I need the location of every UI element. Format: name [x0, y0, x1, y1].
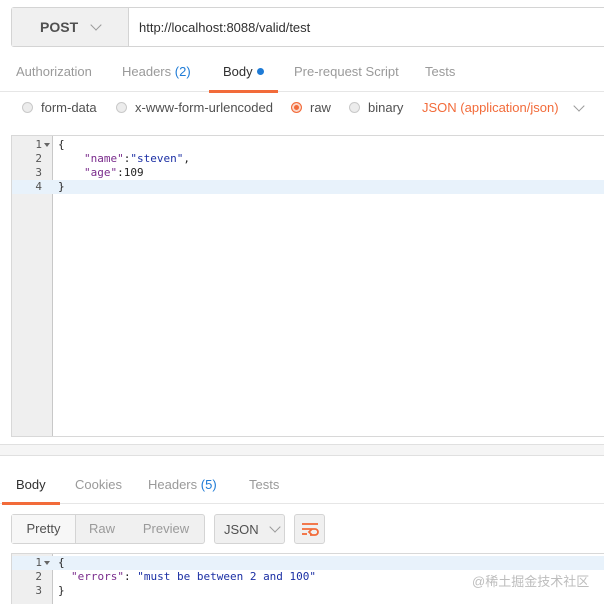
json-key: "errors" — [71, 570, 124, 583]
preview-button[interactable]: Preview — [128, 515, 204, 543]
line-number: 3 — [35, 166, 42, 179]
radio-selected-icon[interactable] — [291, 102, 302, 113]
radio-icon[interactable] — [116, 102, 127, 113]
option-urlencoded[interactable]: x-www-form-urlencoded — [116, 100, 273, 115]
tab-label: Body — [16, 477, 46, 492]
request-bar: POST http://localhost:8088/valid/test — [11, 7, 604, 47]
fold-arrow-icon[interactable] — [44, 143, 50, 147]
code-text: } — [58, 180, 65, 194]
panel-divider[interactable] — [0, 444, 604, 456]
code-line-active: 4 } — [12, 180, 604, 194]
content-type-select[interactable]: JSON (application/json) — [422, 99, 585, 115]
open-brace: { — [58, 138, 65, 151]
content-type-label: JSON (application/json) — [422, 100, 559, 115]
code-line: 2 "name":"steven", — [12, 152, 604, 166]
request-body-editor[interactable]: 1 { 2 "name":"steven", 3 "age":109 4 } — [11, 135, 604, 437]
tab-tests[interactable]: Tests — [425, 56, 455, 92]
tab-cookies[interactable]: Cookies — [75, 466, 122, 504]
view-mode-toggle: Pretty Raw Preview — [11, 514, 205, 544]
line-number: 2 — [35, 152, 42, 165]
line-number: 4 — [35, 180, 42, 193]
line-number: 2 — [35, 570, 42, 583]
format-label: JSON — [224, 521, 259, 537]
tab-test-results[interactable]: Tests — [249, 466, 279, 504]
code-line-active: 1 { — [12, 556, 604, 570]
line-number: 3 — [35, 584, 42, 597]
open-brace: { — [58, 556, 65, 569]
code-text: "name":"steven", — [84, 152, 190, 165]
chevron-down-icon — [269, 521, 281, 533]
tab-response-headers[interactable]: Headers (5) — [148, 466, 217, 504]
tab-label: Headers — [148, 477, 198, 492]
headers-count: (5) — [200, 477, 217, 492]
chevron-down-icon — [572, 99, 585, 112]
chevron-down-icon — [90, 19, 102, 31]
tab-label: Pre-request Script — [294, 64, 399, 79]
tab-label: Tests — [249, 477, 280, 492]
url-input[interactable]: http://localhost:8088/valid/test — [129, 8, 604, 46]
json-key: "name" — [84, 152, 124, 165]
close-brace: } — [58, 180, 65, 193]
json-value: 109 — [123, 166, 144, 179]
raw-button[interactable]: Raw — [76, 515, 128, 543]
tab-label: Body — [223, 64, 253, 79]
tab-label: Authorization — [16, 64, 92, 79]
tab-pre-request-script[interactable]: Pre-request Script — [294, 56, 399, 92]
line-number: 1 — [35, 138, 42, 151]
modified-dot-icon — [256, 68, 264, 75]
code-text: "errors": "must be between 2 and 100" — [71, 570, 317, 583]
option-label: x-www-form-urlencoded — [135, 100, 273, 115]
body-type-options: form-data x-www-form-urlencoded raw bina… — [0, 96, 604, 124]
code-text: { — [58, 556, 65, 570]
wrap-lines-button[interactable] — [294, 514, 325, 544]
option-form-data[interactable]: form-data — [22, 100, 97, 115]
tab-response-body[interactable]: Body — [2, 466, 60, 505]
option-label: binary — [368, 100, 404, 115]
tab-headers[interactable]: Headers (2) — [122, 56, 191, 92]
headers-count: (2) — [174, 64, 191, 79]
tab-label: Headers — [122, 64, 172, 79]
code-text: "age":109 — [84, 166, 144, 179]
code-text: } — [58, 584, 65, 598]
wrap-lines-icon — [301, 523, 319, 536]
code-text: { — [58, 138, 65, 152]
response-tabs: Body Cookies Headers (5) Tests — [0, 466, 604, 505]
radio-icon[interactable] — [22, 102, 33, 113]
watermark: @稀土掘金技术社区 — [472, 574, 590, 589]
tab-label: Cookies — [75, 477, 122, 492]
close-brace: } — [58, 584, 65, 597]
line-number: 1 — [35, 556, 42, 569]
option-raw[interactable]: raw — [291, 100, 331, 115]
fold-arrow-icon[interactable] — [44, 561, 50, 565]
tab-authorization[interactable]: Authorization — [16, 56, 92, 92]
option-label: form-data — [41, 100, 97, 115]
method-select[interactable]: POST — [12, 8, 129, 46]
request-tabs: Authorization Headers (2) Body Pre-reque… — [0, 56, 604, 93]
tab-body[interactable]: Body — [209, 56, 278, 93]
option-label: raw — [310, 100, 331, 115]
code-line: 3 "age":109 — [12, 166, 604, 180]
json-value: "must be between 2 and 100" — [137, 570, 317, 583]
radio-icon[interactable] — [349, 102, 360, 113]
method-label: POST — [40, 19, 79, 35]
option-binary[interactable]: binary — [349, 100, 403, 115]
code-line: 1 { — [12, 138, 604, 152]
response-format-select[interactable]: JSON — [214, 514, 285, 544]
tab-label: Tests — [425, 64, 456, 79]
json-key: "age" — [84, 166, 118, 179]
json-value: "steven" — [130, 152, 184, 165]
pretty-button[interactable]: Pretty — [12, 515, 76, 543]
